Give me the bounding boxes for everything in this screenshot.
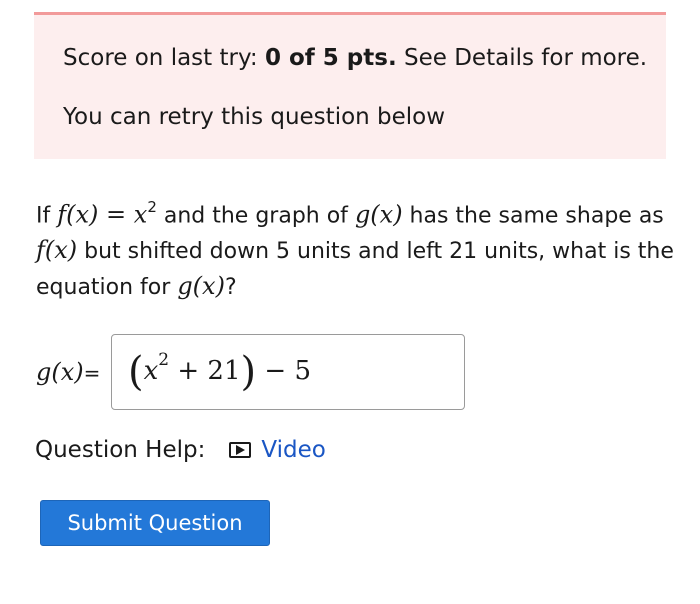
video-label: Video (261, 437, 326, 463)
question-help: Question Help: Video (35, 437, 326, 463)
answer-expression: (x2 + 21) − 5 (128, 349, 311, 395)
math-exponent: 2 (147, 198, 157, 216)
answer-plus-term: + 21 (169, 356, 241, 386)
close-paren: ) (240, 349, 257, 395)
question-part: and the graph of (156, 203, 355, 229)
score-prefix: Score on last try: (63, 45, 265, 71)
answer-minus-term: − 5 (256, 356, 311, 386)
open-paren: ( (128, 349, 144, 395)
question-part: ? (224, 275, 237, 301)
question-text: If f(x) = x2 and the graph of g(x) has t… (36, 192, 676, 305)
retry-text: You can retry this question below (63, 104, 446, 130)
score-suffix: See Details for more. (396, 45, 648, 71)
answer-x: x (143, 356, 159, 386)
answer-input[interactable]: (x2 + 21) − 5 (111, 334, 465, 410)
score-alert: Score on last try: 0 of 5 pts. See Detai… (34, 12, 666, 159)
play-icon (229, 442, 252, 458)
math-f-x: f(x) (57, 200, 99, 229)
math-x: x (133, 200, 148, 229)
math-g-x: g(x) (354, 200, 403, 229)
submit-question-button[interactable]: Submit Question (40, 500, 270, 546)
math-g-x: g(x) (177, 272, 225, 301)
math-f-x: f(x) (36, 236, 78, 265)
answer-label: g(x)= (36, 358, 100, 386)
score-points: 0 of 5 pts. (264, 45, 397, 71)
question-part: but shifted down 5 units and left 21 uni… (36, 239, 674, 301)
answer-exponent: 2 (158, 350, 170, 371)
help-label: Question Help: (35, 437, 206, 463)
answer-label-gx: g(x) (36, 358, 84, 386)
score-text: Score on last try: 0 of 5 pts. See Detai… (63, 45, 647, 71)
math-equals: = (98, 200, 134, 229)
answer-label-equals: = (83, 361, 101, 385)
question-part: has the same shape as (402, 203, 664, 229)
question-part: If (36, 203, 58, 229)
video-link[interactable]: Video (229, 437, 326, 463)
